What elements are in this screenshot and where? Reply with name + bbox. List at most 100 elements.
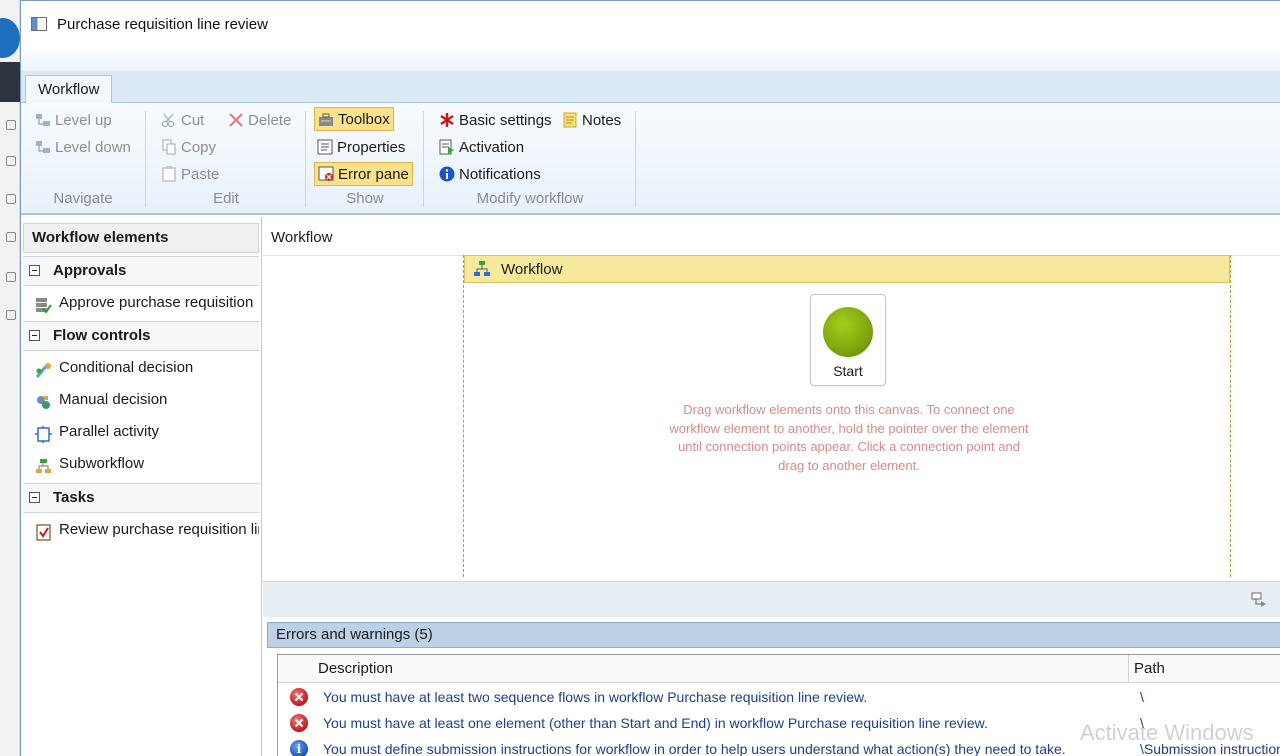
show-group-label: Show [346, 190, 384, 207]
collapse-icon[interactable] [29, 330, 40, 341]
edit-group-label: Edit [213, 190, 239, 207]
section-tasks[interactable]: Tasks [23, 483, 259, 513]
toolbox-item-conditional-decision[interactable]: Conditional decision [23, 353, 259, 383]
copy-icon [161, 139, 177, 155]
canvas-title: Workflow [501, 260, 563, 278]
toolbox-item-label: Review purchase requisition line [59, 521, 259, 538]
error-pane-toggle-button[interactable]: Error pane [314, 162, 413, 186]
level-down-label: Level down [55, 138, 131, 156]
subworkflow-icon [35, 456, 52, 473]
properties-button[interactable]: Properties [314, 135, 408, 159]
list-icon[interactable] [6, 310, 16, 320]
ribbon-tab-strip: Workflow [21, 71, 1280, 104]
asterisk-icon [439, 112, 455, 128]
info-icon: i [290, 740, 308, 756]
host-app-menu[interactable] [0, 62, 20, 102]
grid-icon[interactable] [6, 272, 16, 282]
toolbox-item-approve-purchase-requisition[interactable]: Approve purchase requisition [23, 288, 259, 318]
errors-table-header: Description Path [278, 655, 1280, 683]
start-node[interactable]: Start [810, 294, 886, 386]
paste-button[interactable]: Paste [158, 162, 222, 186]
workflow-editor-window: Purchase requisition line review Workflo… [20, 0, 1280, 756]
pane-splitter[interactable] [263, 581, 1280, 617]
section-tasks-label: Tasks [53, 489, 95, 506]
star-icon[interactable] [6, 194, 16, 204]
back-button-icon[interactable] [0, 18, 20, 58]
toolbox-item-label: Parallel activity [59, 423, 160, 440]
breadcrumb[interactable]: Workflow [271, 229, 332, 246]
approval-icon [35, 295, 52, 314]
workflow-designer: Workflow Workflow Start Drag workflow el… [263, 217, 1280, 756]
navigate-group-label: Navigate [53, 190, 113, 207]
row-description: You must have at least two sequence flow… [323, 689, 868, 705]
home-icon[interactable] [6, 156, 16, 166]
cut-button[interactable]: Cut [158, 108, 207, 132]
toolbox-item-label: Subworkflow [59, 455, 145, 472]
conditional-decision-icon [35, 360, 52, 378]
column-divider [1128, 655, 1129, 683]
level-up-icon [35, 112, 51, 128]
workflow-canvas[interactable]: Workflow Start Drag workflow elements on… [463, 255, 1231, 577]
collapse-icon[interactable] [29, 492, 40, 503]
toolbox-item-parallel-activity[interactable]: Parallel activity [23, 417, 259, 447]
toolbox-item-label: Conditional decision [59, 359, 194, 376]
menu-icon[interactable] [6, 120, 16, 130]
copy-button[interactable]: Copy [158, 135, 219, 159]
toolbox-item-review-purchase-requisition-line[interactable]: Review purchase requisition line [23, 515, 259, 545]
workflow-elements-toolbox: Workflow elements Approvals Approve purc… [21, 217, 262, 756]
column-path[interactable]: Path [1134, 660, 1165, 677]
error-icon [290, 714, 308, 732]
basic-settings-button[interactable]: Basic settings [436, 108, 555, 132]
level-down-icon [35, 139, 51, 155]
error-pane-icon [318, 166, 334, 182]
modify-workflow-group-label: Modify workflow [476, 190, 584, 207]
notes-label: Notes [582, 111, 622, 129]
toolbox-item-manual-decision[interactable]: Manual decision [23, 385, 259, 415]
properties-label: Properties [337, 138, 406, 156]
canvas-header: Workflow [464, 255, 1230, 283]
delete-label: Delete [248, 111, 292, 129]
toolbox-item-label: Manual decision [59, 391, 168, 408]
section-approvals-label: Approvals [53, 262, 127, 279]
toolbox-item-subworkflow[interactable]: Subworkflow [23, 449, 259, 479]
collapse-icon[interactable] [29, 265, 40, 276]
title-bar: Purchase requisition line review [21, 1, 1280, 47]
ribbon-group-edit: Cut Delete Copy Paste Edit [147, 103, 305, 211]
notifications-button[interactable]: Notifications [436, 162, 544, 186]
scissors-icon [161, 112, 177, 128]
section-flow-controls[interactable]: Flow controls [23, 321, 259, 351]
level-down-button[interactable]: Level down [32, 135, 134, 159]
start-node-label: Start [833, 363, 863, 379]
activation-button[interactable]: Activation [436, 135, 527, 159]
task-checklist-icon [35, 522, 52, 541]
window-app-icon [31, 17, 47, 31]
parallel-activity-icon [35, 424, 52, 443]
notes-button[interactable]: Notes [559, 108, 624, 132]
basic-settings-label: Basic settings [459, 111, 552, 129]
ribbon-separator [635, 111, 636, 207]
error-pane-label: Error pane [338, 165, 409, 183]
level-up-button[interactable]: Level up [32, 108, 115, 132]
toolbox-icon [318, 111, 334, 127]
toolbox-item-label: Approve purchase requisition [59, 294, 254, 311]
ribbon-separator [145, 111, 146, 207]
notifications-label: Notifications [459, 165, 541, 183]
ribbon: Level up Level down Navigate Cut Delete … [21, 103, 1280, 215]
table-row[interactable]: You must have at least two sequence flow… [278, 684, 1280, 710]
toolbox-toggle-button[interactable]: Toolbox [314, 107, 394, 131]
activation-icon [439, 139, 455, 155]
pin-pane-icon[interactable] [1251, 592, 1269, 608]
ribbon-group-modify-workflow: Basic settings Notes Activation Notifica… [425, 103, 635, 211]
delete-button[interactable]: Delete [225, 108, 294, 132]
level-up-label: Level up [55, 111, 112, 129]
errors-and-warnings-header[interactable]: Errors and warnings (5) [267, 622, 1280, 648]
canvas-hint-text: Drag workflow elements onto this canvas.… [669, 402, 1029, 473]
clock-icon[interactable] [6, 232, 16, 242]
paste-label: Paste [181, 165, 220, 183]
background-app-strip [0, 0, 20, 756]
ribbon-separator [305, 111, 306, 207]
activate-windows-watermark: Activate Windows [1080, 720, 1254, 745]
column-description[interactable]: Description [318, 660, 393, 677]
section-approvals[interactable]: Approvals [23, 256, 259, 286]
tab-workflow[interactable]: Workflow [25, 75, 113, 104]
